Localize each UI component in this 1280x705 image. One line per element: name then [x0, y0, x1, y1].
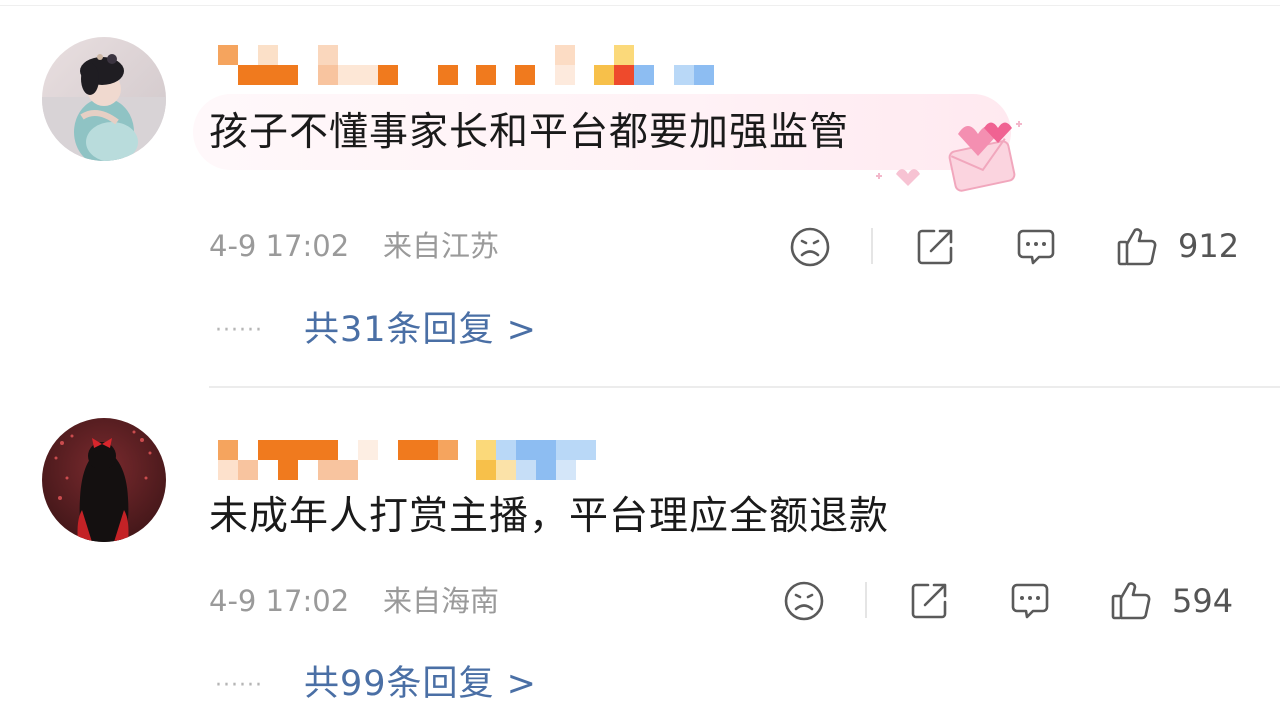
- share-button[interactable]: [908, 580, 950, 622]
- sad-face-icon: [790, 227, 830, 267]
- thumbs-up-icon: [1117, 228, 1157, 266]
- share-button[interactable]: [914, 226, 956, 268]
- comment-location: 来自海南: [383, 584, 500, 618]
- like-button[interactable]: [1109, 578, 1153, 622]
- reply-button[interactable]: [1015, 226, 1057, 268]
- like-button[interactable]: [1115, 224, 1159, 268]
- reply-button[interactable]: [1009, 580, 1051, 622]
- view-replies-link[interactable]: 共99条回复 >: [304, 663, 537, 705]
- action-separator: [871, 228, 873, 264]
- comment-time: 4-9 17:02: [209, 229, 350, 263]
- comment-divider: [209, 386, 1280, 388]
- thumbs-up-icon: [1111, 582, 1151, 620]
- avatar[interactable]: [42, 418, 166, 542]
- comment-icon: [1017, 229, 1055, 265]
- action-separator: [865, 582, 867, 618]
- reply-dots: ······: [215, 318, 263, 343]
- avatar[interactable]: [42, 37, 166, 161]
- reply-dots: ······: [215, 673, 263, 698]
- like-count: 594: [1172, 582, 1234, 620]
- view-replies-link[interactable]: 共31条回复 >: [304, 309, 537, 351]
- comment-location: 来自江苏: [383, 229, 500, 263]
- sad-face-icon: [784, 581, 824, 621]
- share-icon: [917, 229, 953, 265]
- dislike-button[interactable]: [789, 226, 831, 268]
- comment-icon: [1011, 583, 1049, 619]
- comment-text: 孩子不懂事家长和平台都要加强监管: [209, 110, 850, 155]
- top-divider: [0, 5, 1280, 6]
- dislike-button[interactable]: [783, 580, 825, 622]
- comment-text: 未成年人打赏主播，平台理应全额退款: [209, 494, 890, 539]
- hearts-envelope-decoration: [866, 116, 1026, 196]
- share-icon: [911, 583, 947, 619]
- comment-time: 4-9 17:02: [209, 584, 350, 618]
- like-count: 912: [1178, 227, 1240, 265]
